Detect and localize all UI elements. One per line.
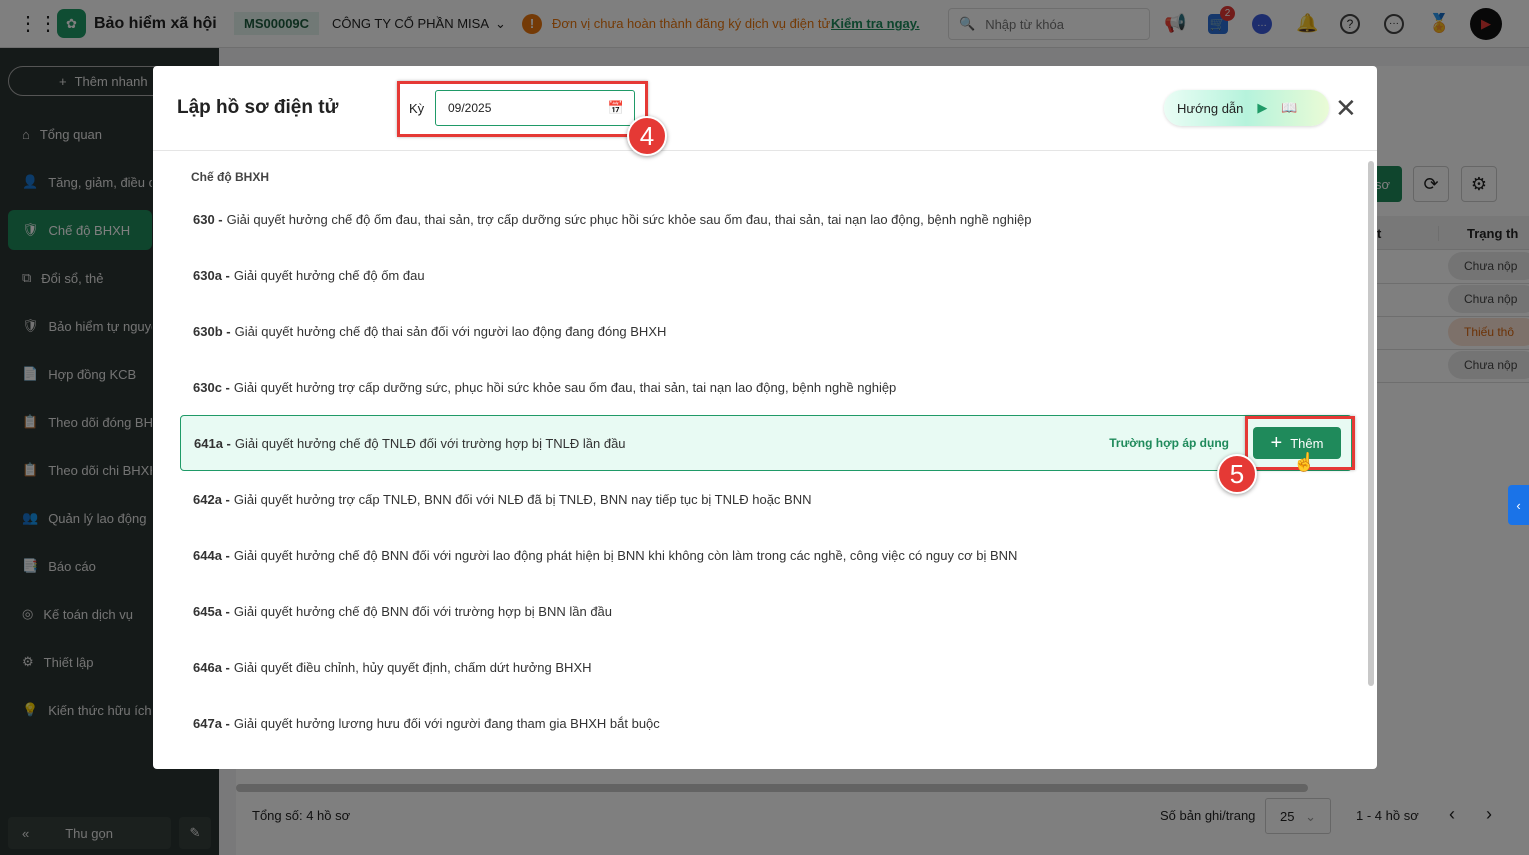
dossier-code: 647a -: [193, 715, 230, 731]
dossier-code: 630b -: [193, 323, 231, 339]
period-highlight-box: [397, 81, 648, 137]
step-5-badge: 5: [1217, 454, 1257, 494]
side-panel-toggle[interactable]: ‹: [1508, 485, 1529, 525]
dossier-type-item[interactable]: 630 - Giải quyết hưởng chế độ ốm đau, tha…: [180, 191, 1352, 247]
create-electronic-dossier-dialog: Lập hồ sơ điện tử Kỳ 09/2025 📅 Hướng dẫn…: [153, 66, 1377, 769]
book-icon[interactable]: 📖: [1281, 100, 1297, 116]
dossier-description: Giải quyết hưởng trợ cấp dưỡng sức, phục…: [233, 379, 897, 395]
dossier-code: 630c -: [193, 379, 230, 395]
applicable-cases-link[interactable]: Trường hợp áp dụng: [1109, 436, 1229, 450]
dossier-type-item[interactable]: 644a - Giải quyết hưởng chế độ BNN đối vớ…: [180, 527, 1352, 583]
dossier-type-item[interactable]: 630c - Giải quyết hưởng trợ cấp dưỡng sức…: [180, 359, 1352, 415]
dossier-code: 646a -: [193, 659, 230, 675]
dossier-description: Giải quyết hưởng lương hưu đối với người…: [233, 715, 660, 731]
dossier-code: 630 -: [193, 211, 223, 227]
section-title: Chế độ BHXH: [191, 170, 269, 184]
dialog-header: Lập hồ sơ điện tử Kỳ 09/2025 📅 Hướng dẫn…: [153, 66, 1377, 151]
dialog-title: Lập hồ sơ điện tử: [177, 97, 339, 118]
dossier-type-item[interactable]: 645a - Giải quyết hưởng chế độ BNN đối vớ…: [180, 583, 1352, 639]
dossier-description: Giải quyết hưởng trợ cấp TNLĐ, BNN đối v…: [233, 491, 812, 507]
close-icon[interactable]: ✕: [1335, 93, 1357, 124]
dossier-description: Giải quyết điều chỉnh, hủy quyết định, c…: [233, 659, 592, 675]
dossier-description: Giải quyết hưởng chế độ thai sản đối với…: [234, 323, 667, 339]
dossier-code: 630a -: [193, 267, 230, 283]
dossier-type-item[interactable]: 641a - Giải quyết hưởng chế độ TNLĐ đối v…: [180, 415, 1352, 471]
dossier-type-item[interactable]: 646a - Giải quyết điều chỉnh, hủy quyết đ…: [180, 639, 1352, 695]
step-4-badge: 4: [627, 116, 667, 156]
dossier-description: Giải quyết hưởng chế độ ốm đau, thai sản…: [226, 211, 1032, 227]
dossier-description: Giải quyết hưởng chế độ TNLĐ đối với trư…: [234, 435, 626, 451]
dossier-description: Giải quyết hưởng chế độ ốm đau: [233, 267, 425, 283]
dossier-type-item[interactable]: 630b - Giải quyết hưởng chế độ thai sản đ…: [180, 303, 1352, 359]
guide-button[interactable]: Hướng dẫn ▶ 📖: [1164, 90, 1329, 126]
dossier-code: 641a -: [194, 435, 231, 451]
dossier-code: 644a -: [193, 547, 230, 563]
guide-label: Hướng dẫn: [1177, 100, 1244, 116]
video-play-icon[interactable]: ▶: [1257, 100, 1267, 116]
hand-cursor-icon: ☝: [1293, 452, 1316, 472]
dossier-description: Giải quyết hưởng chế độ BNN đối với ngườ…: [233, 547, 1018, 563]
dossier-code: 642a -: [193, 491, 230, 507]
dossier-type-item[interactable]: 630a - Giải quyết hưởng chế độ ốm đau: [180, 247, 1352, 303]
dossier-type-item[interactable]: 647a - Giải quyết hưởng lương hưu đối với…: [180, 695, 1352, 751]
vertical-scrollbar[interactable]: [1368, 161, 1374, 686]
dossier-type-item[interactable]: 642a - Giải quyết hưởng trợ cấp TNLĐ, BNN…: [180, 471, 1352, 527]
dossier-code: 645a -: [193, 603, 230, 619]
dossier-description: Giải quyết hưởng chế độ BNN đối với trườ…: [233, 603, 613, 619]
